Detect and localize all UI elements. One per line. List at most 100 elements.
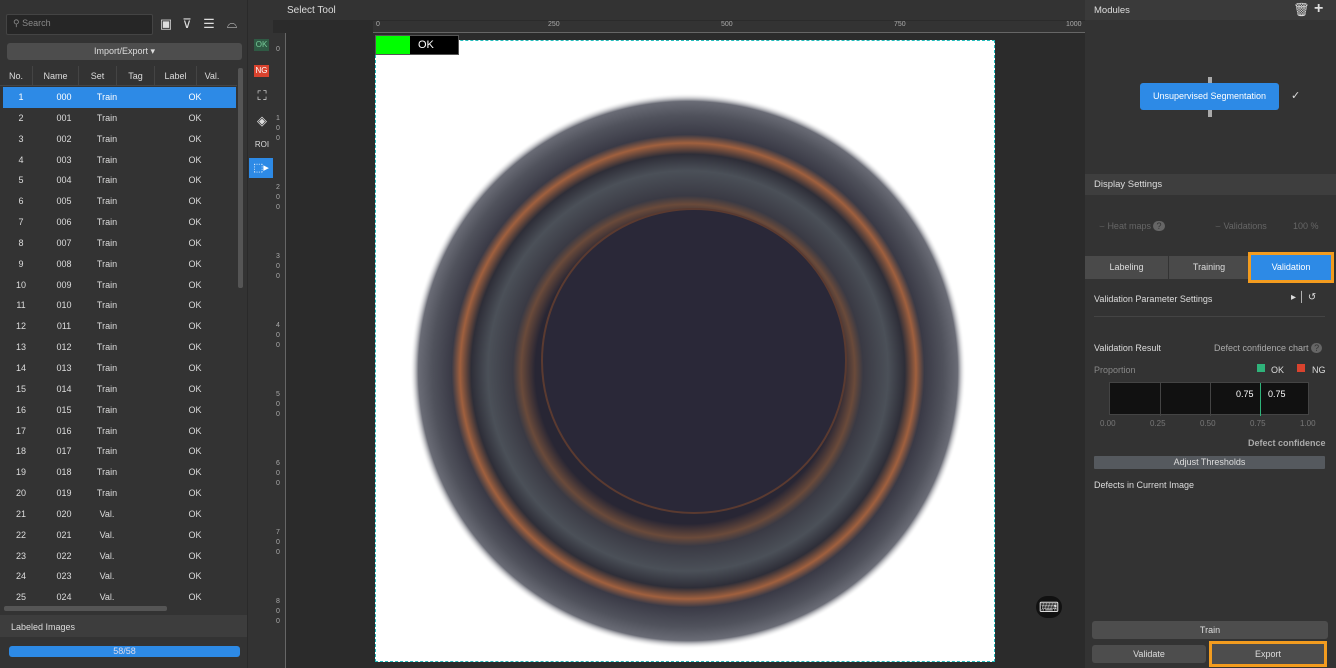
cell: OK <box>188 112 202 123</box>
help-icon[interactable]: ? <box>1153 221 1165 231</box>
table-row[interactable]: 11 010 Train OK <box>3 295 236 316</box>
cell: OK <box>188 196 202 207</box>
list-icon[interactable]: ☰ <box>201 16 217 32</box>
validations-percent: 100 % <box>1293 221 1319 231</box>
keyboard-icon[interactable]: ⌨ <box>1036 596 1062 618</box>
cell <box>125 400 165 421</box>
tab-labeling[interactable]: Labeling <box>1085 256 1168 279</box>
table-row[interactable]: 4 003 Train OK <box>3 150 236 171</box>
table-row[interactable]: 23 022 Val. OK <box>3 546 236 567</box>
train-button[interactable]: Train <box>1092 621 1328 639</box>
validation-parameter-settings[interactable]: Validation Parameter Settings <box>1094 294 1212 304</box>
cell: OK <box>188 133 202 144</box>
cell: Val. <box>99 592 115 603</box>
ruler-label: 0 <box>276 46 280 53</box>
cell: Train <box>96 383 118 394</box>
adjust-thresholds-button[interactable]: Adjust Thresholds <box>1094 456 1325 469</box>
module-node-unsupervised-segmentation[interactable]: Unsupervised Segmentation <box>1140 83 1279 110</box>
table-row[interactable]: 22 021 Val. OK <box>3 525 236 546</box>
ruler-label: 750 <box>894 21 906 28</box>
ok-label-tool[interactable]: OK <box>254 39 269 51</box>
table-row[interactable]: 10 009 Train OK <box>3 275 236 296</box>
table-row[interactable]: 19 018 Train OK <box>3 462 236 483</box>
ng-legend-swatch <box>1297 364 1305 372</box>
table-row[interactable]: 6 005 Train OK <box>3 191 236 212</box>
table-row[interactable]: 9 008 Train OK <box>3 254 236 275</box>
table-row[interactable]: 2 001 Train OK <box>3 108 236 129</box>
col-label[interactable]: Label <box>155 66 197 85</box>
table-row[interactable]: 20 019 Train OK <box>3 483 236 504</box>
cell: 014 <box>56 383 72 394</box>
tab-validation[interactable]: Validation <box>1248 252 1334 283</box>
col-no[interactable]: No. <box>0 66 33 85</box>
table-row[interactable]: 3 002 Train OK <box>3 129 236 150</box>
add-module-icon[interactable]: + <box>1314 0 1323 18</box>
cell <box>125 87 165 108</box>
threshold-line[interactable] <box>1260 383 1261 416</box>
cell: 020 <box>56 508 72 519</box>
cell: 16 <box>15 404 26 415</box>
table-row[interactable]: 7 006 Train OK <box>3 212 236 233</box>
cell <box>125 358 165 379</box>
filter-icon[interactable]: ⊽ <box>179 16 195 32</box>
cell: Train <box>96 342 118 353</box>
image-settings-icon[interactable]: ▣ <box>158 16 174 32</box>
table-row[interactable]: 18 017 Train OK <box>3 441 236 462</box>
table-row[interactable]: 21 020 Val. OK <box>3 504 236 525</box>
eraser-tool-icon[interactable]: ◈ <box>253 113 271 129</box>
cell: Train <box>96 425 118 436</box>
validations-toggle[interactable]: ⌣ Validations <box>1215 221 1267 232</box>
left-ruler: 0 100 200 300 400 500 600 700 800 <box>273 33 286 668</box>
help-icon[interactable]: ? <box>1311 343 1323 353</box>
layout-icon[interactable]: ⌓ <box>224 16 240 32</box>
table-row[interactable]: 17 016 Train OK <box>3 421 236 442</box>
table-row[interactable]: 8 007 Train OK <box>3 233 236 254</box>
cell: 011 <box>56 321 72 332</box>
heat-maps-toggle[interactable]: ⌣ Heat maps ? <box>1099 221 1165 232</box>
export-button[interactable]: Export <box>1209 641 1327 667</box>
table-row[interactable]: 15 014 Train OK <box>3 379 236 400</box>
select-tool-icon[interactable]: ⬚▸ <box>249 158 273 178</box>
horizontal-scrollbar[interactable] <box>4 606 167 611</box>
ng-label-tool[interactable]: NG <box>254 65 269 77</box>
table-row[interactable]: 1 000 Train OK <box>3 87 236 108</box>
polygon-tool-icon[interactable]: ⛶ <box>253 88 271 104</box>
table-row[interactable]: 14 013 Train OK <box>3 358 236 379</box>
table-row[interactable]: 13 012 Train OK <box>3 337 236 358</box>
cell: OK <box>188 425 202 436</box>
tab-training[interactable]: Training <box>1169 256 1249 279</box>
col-name[interactable]: Name <box>33 66 79 85</box>
top-ruler: 0 250 500 750 1000 <box>373 21 1085 33</box>
cell: 007 <box>56 237 72 248</box>
validate-button[interactable]: Validate <box>1092 645 1206 663</box>
cell: OK <box>188 92 202 102</box>
roi-tool[interactable]: ROI <box>253 137 271 153</box>
cell <box>125 566 165 587</box>
vertical-scrollbar[interactable] <box>238 68 243 288</box>
ruler-label: 800 <box>276 598 280 625</box>
image-table: 1 000 Train OK 2 001 Train OK 3 002 Train OK 4 003 Tra… <box>3 87 236 608</box>
cell: 008 <box>56 258 72 269</box>
col-tag[interactable]: Tag <box>117 66 155 85</box>
canvas-area: Select Tool 0 250 500 750 1000 0 100 200 30… <box>273 0 1085 668</box>
cell <box>125 379 165 400</box>
expand-icon[interactable]: ▸ │ ↺ <box>1291 292 1316 303</box>
table-row[interactable]: 16 015 Train OK <box>3 400 236 421</box>
table-row[interactable]: 5 004 Train OK <box>3 170 236 191</box>
cell: 23 <box>15 550 26 561</box>
cell: Train <box>96 488 118 499</box>
col-val[interactable]: Val. <box>197 66 227 85</box>
ok-legend-swatch <box>1257 364 1265 372</box>
cell <box>125 254 165 275</box>
col-set[interactable]: Set <box>79 66 117 85</box>
table-row[interactable]: 12 011 Train OK <box>3 316 236 337</box>
import-export-button[interactable]: Import/Export ▾ <box>7 43 242 60</box>
table-row[interactable]: 24 023 Val. OK <box>3 566 236 587</box>
cell: 002 <box>56 133 72 144</box>
delete-icon[interactable]: 🗑 <box>1293 2 1310 18</box>
search-input[interactable]: ⚲ Search <box>6 14 153 35</box>
bottle-mouth-image <box>410 93 966 649</box>
cell: 017 <box>56 446 72 457</box>
defect-confidence-chart-link[interactable]: Defect confidence chart ? <box>1214 343 1323 353</box>
table-row[interactable]: 25 024 Val. OK <box>3 587 236 608</box>
